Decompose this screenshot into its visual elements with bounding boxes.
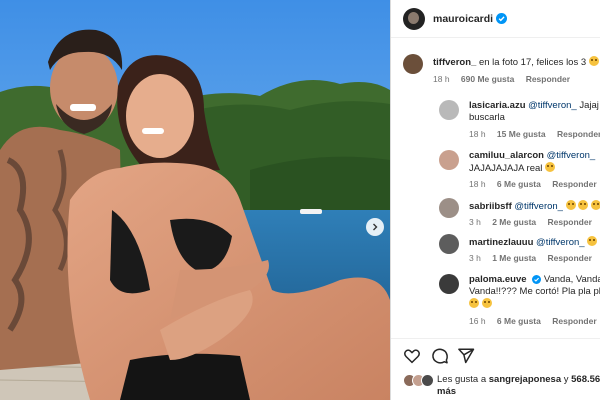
reply-button[interactable]: Responder <box>552 179 596 189</box>
likes-summary[interactable]: Les gusta a sangrejaponesa y 568.569 más <box>403 374 600 398</box>
comment-likes[interactable]: 2 Me gusta <box>492 217 536 227</box>
reply-button[interactable]: Responder <box>526 74 570 84</box>
comment-avatar[interactable] <box>439 274 459 294</box>
emoji-icon <box>565 200 576 210</box>
emoji-icon <box>469 298 479 308</box>
comment-time: 16 h <box>469 316 486 326</box>
comments-list[interactable]: tiffveron_ en la foto 17, felices los 3 … <box>391 38 600 338</box>
comment-text: Vanda, Vanda, <box>543 274 600 285</box>
comment-mention[interactable]: @tiffveron_ <box>536 237 585 248</box>
emoji-icon <box>588 56 599 66</box>
comment-text: en la foto 17, felices los 3 <box>478 57 587 68</box>
likes-prefix: Les gusta a <box>437 374 487 385</box>
post-side-panel: mauroicardi tiffveron_ en la foto 17, fe… <box>390 0 600 400</box>
comment-likes[interactable]: 15 Me gusta <box>497 129 546 139</box>
comment-text-line-2: buscarla <box>469 112 505 124</box>
comment-text-continued: JAJAJAJAJA real <box>469 163 543 174</box>
comment-username[interactable]: tiffveron_ <box>433 57 476 68</box>
likes-middle: y <box>563 374 569 385</box>
emoji-icon <box>481 298 492 308</box>
emoji-icon <box>578 200 589 210</box>
comment-text: Jajaj t <box>579 100 600 111</box>
comment-text-line: lasicaria.azu @tiffveron_ Jajaj t <box>469 100 600 112</box>
comment-avatar[interactable] <box>439 234 459 254</box>
emoji-icon <box>590 200 600 210</box>
comment-avatar[interactable] <box>403 54 423 74</box>
comment-mention[interactable]: @tiffveron_ <box>528 100 577 111</box>
author-avatar[interactable] <box>403 7 425 30</box>
comment-username[interactable]: camiluu_alarcon <box>469 150 544 161</box>
liker-username[interactable]: sangrejaponesa <box>489 374 561 385</box>
comment-text-line-2: JAJAJAJAJA real <box>469 162 556 175</box>
comment-text-continued: Vanda!!??? Me cortó! Pla pla pl <box>469 286 600 297</box>
comment-username[interactable]: martinezlauuu <box>469 237 533 248</box>
post-photo[interactable] <box>0 0 390 400</box>
comment-meta: 18 h 15 Me gusta Responder <box>469 129 600 139</box>
comment-mention[interactable]: @tiffveron_ <box>547 150 596 161</box>
comment-time: 18 h <box>433 74 450 84</box>
comment-username[interactable]: lasicaria.azu <box>469 100 526 111</box>
reply-button[interactable]: Responder <box>548 253 592 263</box>
comment-text-line: sabriibsff @tiffveron_ <box>469 200 600 213</box>
comment-likes[interactable]: 690 Me gusta <box>461 74 514 84</box>
comment-text-line: camiluu_alarcon @tiffveron_ <box>469 150 595 162</box>
comment-likes[interactable]: 6 Me gusta <box>497 179 541 189</box>
next-photo-button[interactable] <box>366 218 384 236</box>
emoji-icon <box>587 236 598 246</box>
comment-text-line-3 <box>469 298 492 311</box>
verified-badge-icon <box>496 13 508 24</box>
likes-suffix[interactable]: más <box>437 386 456 397</box>
liker-avatar <box>421 374 434 387</box>
reply-button[interactable]: Responder <box>552 316 596 326</box>
comment-time: 18 h <box>469 179 486 189</box>
comment-time: 3 h <box>469 217 481 227</box>
comment-meta: 3 h 2 Me gusta Responder <box>469 217 600 227</box>
comment-likes[interactable]: 6 Me gusta <box>497 316 541 326</box>
comment-meta: 18 h 6 Me gusta Responder <box>469 179 600 189</box>
instagram-post-view: mauroicardi tiffveron_ en la foto 17, fe… <box>0 0 600 400</box>
comment-username[interactable]: sabriibsff <box>469 201 512 212</box>
comment-text-line: paloma.euve Vanda, Vanda, <box>469 274 600 286</box>
verified-badge-icon <box>532 275 542 284</box>
heart-icon[interactable] <box>403 347 421 365</box>
comment-text-line: martinezlauuu @tiffveron_ <box>469 236 598 249</box>
comment-avatar[interactable] <box>439 150 459 170</box>
comment-meta: 3 h 1 Me gusta Responder <box>469 253 600 263</box>
reply-button[interactable]: Responder <box>548 217 592 227</box>
reply-button[interactable]: Responder <box>557 129 600 139</box>
photo-scene <box>0 0 390 400</box>
emoji-icon <box>545 162 556 172</box>
comment-avatar[interactable] <box>439 198 459 218</box>
post-actions-bar: Les gusta a sangrejaponesa y 568.569 más <box>391 338 600 400</box>
likes-count[interactable]: 568.569 <box>571 374 600 385</box>
comment-icon[interactable] <box>431 347 449 365</box>
comment-mention[interactable]: @tiffveron_ <box>514 201 563 212</box>
share-send-icon[interactable] <box>457 347 475 365</box>
author-username[interactable]: mauroicardi <box>433 13 493 25</box>
comment-meta: 18 h 690 Me gusta Responder <box>433 74 579 84</box>
comment-meta: 16 h 6 Me gusta Responder <box>469 316 600 326</box>
likes-text: Les gusta a sangrejaponesa y 568.569 más <box>437 374 600 398</box>
comment-likes[interactable]: 1 Me gusta <box>492 253 536 263</box>
chevron-right-icon <box>373 223 378 231</box>
comment-time: 3 h <box>469 253 481 263</box>
comment-text-continued: buscarla <box>469 112 505 123</box>
liker-avatars <box>403 374 435 388</box>
post-header: mauroicardi <box>391 0 600 38</box>
comment-text-line-2: Vanda!!??? Me cortó! Pla pla pl <box>469 286 600 298</box>
comment-text-line: tiffveron_ en la foto 17, felices los 3 <box>433 56 599 69</box>
comment-username[interactable]: paloma.euve <box>469 274 527 285</box>
comment-time: 18 h <box>469 129 486 139</box>
comment-avatar[interactable] <box>439 100 459 120</box>
